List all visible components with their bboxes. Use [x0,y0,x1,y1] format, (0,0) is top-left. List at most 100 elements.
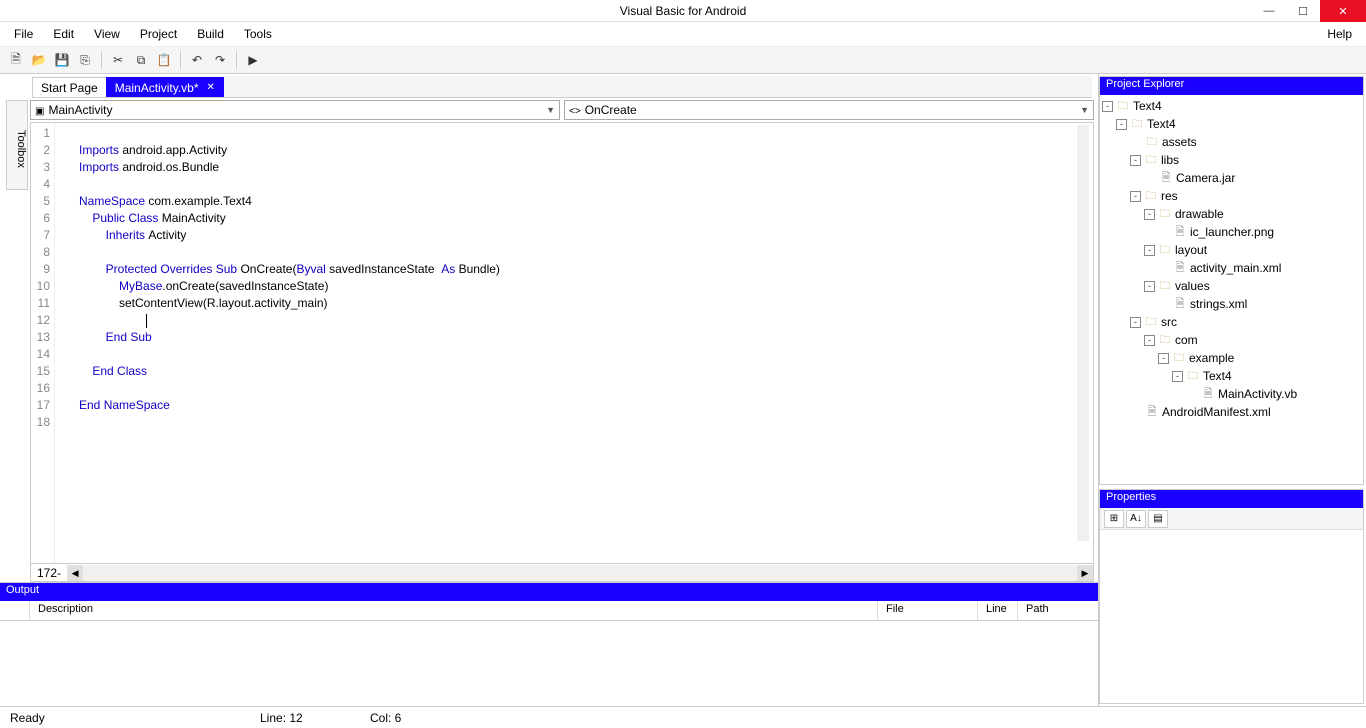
properties-body [1100,530,1363,703]
output-col-path[interactable]: Path [1018,601,1098,620]
method-icon: <> [569,106,581,117]
output-col-line[interactable]: Line [978,601,1018,620]
tree-item[interactable]: -🗀Text4 [1102,97,1361,115]
tree-toggle-icon[interactable]: - [1144,209,1155,220]
tree-item[interactable]: -🗀layout [1102,241,1361,259]
status-col: Col: 6 [360,711,411,725]
menu-project[interactable]: Project [130,24,187,44]
output-col-file[interactable]: File [878,601,978,620]
save-icon[interactable]: 💾 [52,50,72,70]
menu-edit[interactable]: Edit [43,24,84,44]
method-dropdown[interactable]: <>OnCreate ▼ [564,100,1094,120]
categorized-view-icon[interactable]: ⊞ [1104,510,1124,528]
run-icon[interactable]: ▶ [243,50,263,70]
project-tree[interactable]: -🗀Text4-🗀Text4🗀assets-🗀libs🗎Camera.jar-🗀… [1100,95,1363,484]
close-button[interactable]: ✕ [1320,0,1366,22]
tree-toggle-icon[interactable]: - [1130,191,1141,202]
tree-item-label: Camera.jar [1176,171,1235,185]
menu-help[interactable]: Help [1317,24,1362,44]
tree-item[interactable]: -🗀Text4 [1102,115,1361,133]
tree-item[interactable]: 🗀assets [1102,133,1361,151]
file-icon: 🗎 [1172,223,1188,242]
tree-item[interactable]: 🗎strings.xml [1102,295,1361,313]
tree-item[interactable]: 🗎Camera.jar [1102,169,1361,187]
tree-toggle-icon[interactable]: - [1144,245,1155,256]
scroll-left-icon[interactable]: ◀ [67,565,83,581]
vertical-scrollbar[interactable] [1077,125,1089,541]
tree-toggle-icon[interactable]: - [1130,155,1141,166]
folder-icon: 🗀 [1157,331,1173,350]
code-editor[interactable]: 123456789101112131415161718 Imports andr… [30,122,1094,564]
folder-icon: 🗀 [1157,241,1173,260]
paste-icon[interactable]: 📋 [154,50,174,70]
tree-item[interactable]: 🗎AndroidManifest.xml [1102,403,1361,421]
toolbox-tab[interactable]: Toolbox [6,100,28,190]
maximize-button[interactable]: ☐ [1286,0,1320,22]
tree-toggle-icon[interactable]: - [1158,353,1169,364]
tree-item-label: Text4 [1203,369,1232,383]
class-dropdown-label: MainActivity [48,103,112,117]
folder-icon: 🗀 [1143,187,1159,206]
menu-view[interactable]: View [84,24,130,44]
folder-icon: 🗀 [1144,133,1160,152]
redo-icon[interactable]: ↷ [210,50,230,70]
scroll-right-icon[interactable]: ▶ [1077,565,1093,581]
line-gutter: 123456789101112131415161718 [31,123,55,563]
tab-close-icon[interactable]: ✕ [207,82,215,93]
tree-toggle-icon[interactable]: - [1116,119,1127,130]
tree-toggle-icon[interactable]: - [1144,281,1155,292]
tree-toggle-icon[interactable]: - [1130,317,1141,328]
copy-icon[interactable]: ⧉ [131,50,151,70]
tab-start-page[interactable]: Start Page [32,77,107,97]
cut-icon[interactable]: ✂ [108,50,128,70]
tree-item[interactable]: -🗀values [1102,277,1361,295]
class-dropdown[interactable]: ▣MainActivity ▼ [30,100,560,120]
tree-item-label: drawable [1175,207,1224,221]
status-line: Line: 12 [250,711,360,725]
tree-toggle-icon[interactable]: - [1144,335,1155,346]
alphabetical-view-icon[interactable]: A↓ [1126,510,1146,528]
method-dropdown-label: OnCreate [585,103,637,117]
minimize-button[interactable]: — [1252,0,1286,22]
tab-mainactivity[interactable]: MainActivity.vb* ✕ [106,77,224,97]
folder-icon: 🗀 [1171,349,1187,368]
tree-toggle-icon[interactable]: - [1102,101,1113,112]
properties-title: Properties [1100,490,1363,508]
undo-icon[interactable]: ↶ [187,50,207,70]
tree-toggle-icon[interactable]: - [1172,371,1183,382]
tree-item-label: example [1189,351,1234,365]
properties-panel: Properties ⊞ A↓ ▤ [1099,489,1364,704]
menu-tools[interactable]: Tools [234,24,282,44]
open-icon[interactable]: 📂 [29,50,49,70]
tree-item[interactable]: 🗎MainActivity.vb [1102,385,1361,403]
property-pages-icon[interactable]: ▤ [1148,510,1168,528]
menu-build[interactable]: Build [187,24,234,44]
save-all-icon[interactable]: ⎘ [75,50,95,70]
output-panel: Output Description File Line Path [0,582,1098,706]
tree-item-label: Text4 [1133,99,1162,113]
tree-item[interactable]: 🗎ic_launcher.png [1102,223,1361,241]
horizontal-scrollbar[interactable] [83,565,1077,581]
tree-item[interactable]: -🗀drawable [1102,205,1361,223]
folder-icon: 🗀 [1185,367,1201,386]
tree-item[interactable]: 🗎activity_main.xml [1102,259,1361,277]
tree-item-label: layout [1175,243,1207,257]
tree-item[interactable]: -🗀com [1102,331,1361,349]
tree-item-label: src [1161,315,1177,329]
tree-item[interactable]: -🗀src [1102,313,1361,331]
new-file-icon[interactable]: 🗎 [6,50,26,70]
horizontal-scroll-row: 172- ◀ ▶ [30,564,1094,582]
toolbar: 🗎 📂 💾 ⎘ ✂ ⧉ 📋 ↶ ↷ ▶ [0,46,1366,74]
tree-item[interactable]: -🗀example [1102,349,1361,367]
tree-item-label: ic_launcher.png [1190,225,1274,239]
app-icon [4,3,20,19]
tree-item-label: MainActivity.vb [1218,387,1297,401]
tree-item[interactable]: -🗀res [1102,187,1361,205]
project-explorer-title: Project Explorer [1100,77,1363,95]
tree-item[interactable]: -🗀libs [1102,151,1361,169]
menubar: FileEditViewProjectBuildTools Help [0,22,1366,46]
tree-item[interactable]: -🗀Text4 [1102,367,1361,385]
menu-file[interactable]: File [4,24,43,44]
output-col-description[interactable]: Description [30,601,878,620]
output-body [0,621,1098,706]
